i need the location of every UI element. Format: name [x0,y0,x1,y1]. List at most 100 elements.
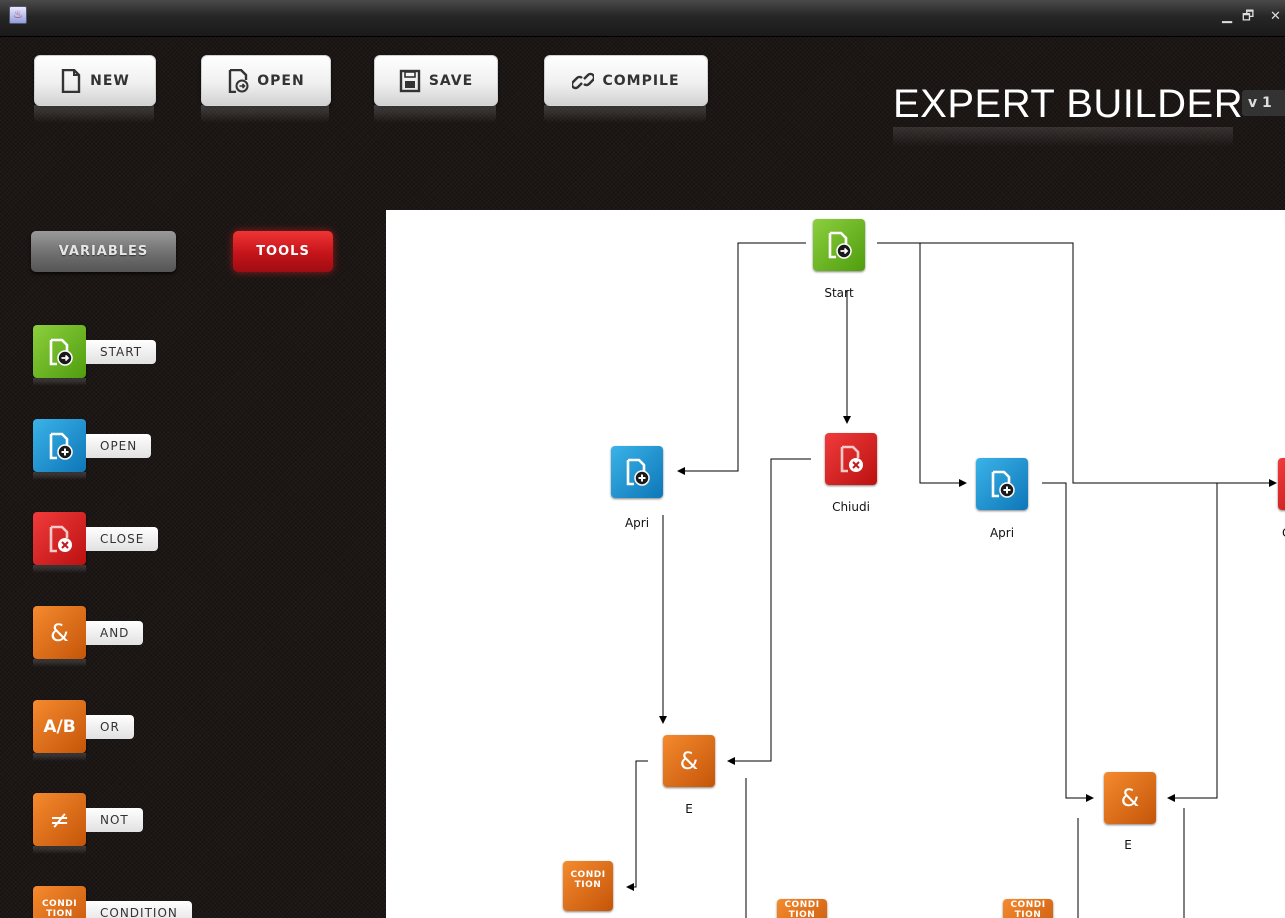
open-button-label: OPEN [257,72,305,89]
condition-line-1: CONDI [570,870,606,880]
tool-condition[interactable]: CONDI TION CONDITION [32,886,212,918]
tool-open[interactable]: OPEN [32,419,212,480]
chain-link-icon [572,72,595,89]
tool-close[interactable]: CLOSE [32,512,212,573]
open-file-icon [229,68,249,93]
file-add-icon [49,432,73,460]
node-condition-2[interactable]: CONDI TION [777,899,827,918]
node-apri-1[interactable] [611,446,663,498]
tool-start[interactable]: START [32,325,212,386]
condition-icon: CONDI TION [570,870,605,890]
new-button-reflection [34,105,154,123]
node-apri-2-label: Apri [989,526,1015,540]
tool-label: START [86,340,157,364]
version-badge: v 1 [1242,90,1285,116]
condition-line-2: TION [788,910,816,918]
node-e-2-label: E [1124,838,1132,852]
tile-reflection [33,753,86,761]
ampersand-icon: & [679,747,699,775]
node-chiudi-label: Chiudi [832,500,870,514]
new-file-icon [61,68,81,93]
edge-close2-e2 [1167,483,1218,802]
open-button-reflection [201,105,329,123]
tool-label: OR [86,715,134,739]
save-button-reflection [374,105,496,123]
compile-button[interactable]: COMPILE [544,55,708,106]
tool-label: CONDITION [86,901,192,918]
file-close-icon [49,525,72,552]
edge-start-apri2 [877,242,967,487]
tile-reflection [33,659,86,667]
tool-label: OPEN [86,434,152,458]
node-apri-2[interactable] [976,458,1028,510]
tool-or[interactable]: A/B OR [32,700,212,761]
ampersand-icon: & [1120,784,1140,812]
tile-reflection [33,846,86,854]
save-button-label: SAVE [428,72,474,89]
edge-chiudi1-e1 [727,458,811,765]
edge-e1-cond1 [626,760,648,891]
tile-reflection [33,565,86,573]
condition-tile: CONDI TION [33,886,86,918]
close-button[interactable]: ✕ [1270,10,1281,24]
tool-label: AND [86,621,144,645]
open-button[interactable]: OPEN [201,55,331,106]
file-add-icon [991,470,1015,498]
condition-line-2: TION [574,880,602,890]
title-bar: ♨ ▁ 🗗 ✕ [0,0,1285,37]
condition-line-1: CONDI [1010,900,1046,910]
start-tile [33,325,86,378]
compile-button-label: COMPILE [602,72,680,89]
node-close-2[interactable] [1278,458,1285,510]
node-e-1[interactable]: & [663,735,715,787]
condition-line-2: TION [1014,910,1042,918]
or-icon: A/B [43,716,76,737]
edge-start-close2 [920,242,1277,487]
node-condition-1[interactable]: CONDI TION [563,861,613,911]
node-start-label: Start [824,286,854,300]
tile-reflection [33,472,86,480]
new-button-label: NEW [90,72,130,89]
edge-apri2-e2 [1042,482,1094,802]
file-close-icon [840,445,863,473]
open-tile [33,419,86,472]
not-equal-icon: ≠ [49,805,70,834]
tab-tools[interactable]: TOOLS [233,231,333,272]
file-add-icon [626,458,650,486]
tool-and[interactable]: & AND [32,606,212,667]
node-chiudi[interactable] [825,433,877,485]
condition-icon: CONDI TION [41,898,78,918]
node-e-1-label: E [685,802,693,816]
save-button[interactable]: SAVE [374,55,498,106]
node-condition-3[interactable]: CONDI TION [1003,899,1053,918]
node-apri-1-label: Apri [624,516,650,530]
tool-label: CLOSE [86,527,159,551]
edge-start-apri1 [677,242,806,475]
floppy-disk-icon [399,69,421,92]
minimize-button[interactable]: ▁ [1222,10,1232,24]
tab-variables[interactable]: VARIABLES [31,231,176,272]
java-app-icon: ♨ [9,6,27,24]
ampersand-icon: & [50,618,69,647]
or-tile: A/B [33,700,86,753]
node-e-2[interactable]: & [1104,772,1156,824]
file-start-icon [828,231,852,259]
diagram-canvas[interactable]: Start Apri Chiudi Apri & E & E CONDI TIO… [386,210,1285,918]
maximize-button[interactable]: 🗗 [1242,10,1254,24]
tool-not[interactable]: ≠ NOT [32,793,212,854]
app-title-reflection [893,127,1233,147]
condition-icon: CONDI TION [784,900,819,918]
tool-label: NOT [86,808,143,832]
file-start-icon [49,338,73,366]
and-tile: & [33,606,86,659]
condition-line-1: CONDI [784,900,820,910]
app-window: ♨ ▁ 🗗 ✕ NEW OPEN SAVE COMPILE EXPERT BUI… [0,0,1285,918]
new-button[interactable]: NEW [34,55,156,106]
tile-reflection [33,378,86,386]
condition-icon: CONDI TION [1010,900,1045,918]
not-tile: ≠ [33,793,86,846]
node-start[interactable] [813,219,865,271]
compile-button-reflection [544,105,706,123]
app-title: EXPERT BUILDER [893,82,1244,126]
close-tile [33,512,86,565]
